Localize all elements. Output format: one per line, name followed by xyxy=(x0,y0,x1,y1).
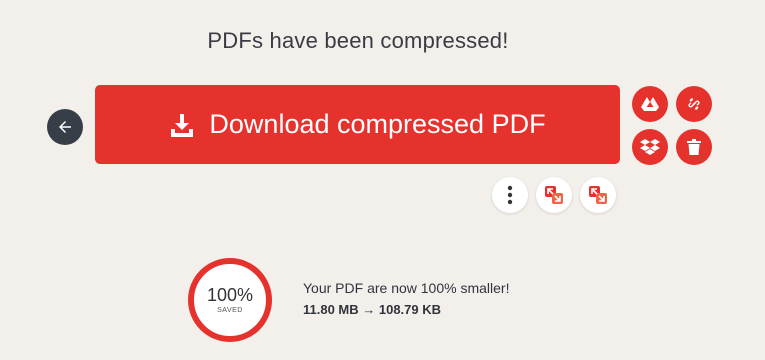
saved-percent-badge: 100% SAVED xyxy=(188,258,272,342)
back-button[interactable] xyxy=(47,109,83,145)
copy-link-button[interactable] xyxy=(676,86,712,122)
compress-again-button[interactable] xyxy=(536,177,572,213)
saved-label: SAVED xyxy=(217,307,243,314)
saved-percent: 100% xyxy=(206,285,254,305)
download-compressed-pdf-button[interactable]: Download compressed PDF xyxy=(95,85,620,164)
link-icon xyxy=(685,95,703,113)
result-message: Your PDF are now 100% smaller! xyxy=(303,280,510,296)
compress-icon xyxy=(544,185,564,205)
more-options-button[interactable] xyxy=(492,177,528,213)
download-label: Download compressed PDF xyxy=(209,109,546,139)
more-vertical-icon xyxy=(507,185,513,205)
page-title: PDFs have been compressed! xyxy=(207,28,509,53)
download-icon xyxy=(169,112,195,138)
expand-pdf-button[interactable] xyxy=(580,177,616,213)
expand-icon xyxy=(588,185,608,205)
google-drive-icon xyxy=(641,96,659,112)
save-to-dropbox-button[interactable] xyxy=(632,129,668,165)
delete-button[interactable] xyxy=(676,129,712,165)
dropbox-icon xyxy=(640,138,660,156)
size-comparison: 11.80 MB → 108.79 KB xyxy=(303,302,442,317)
arrow-left-icon xyxy=(56,118,74,136)
save-to-google-drive-button[interactable] xyxy=(632,86,668,122)
trash-icon xyxy=(686,138,702,156)
